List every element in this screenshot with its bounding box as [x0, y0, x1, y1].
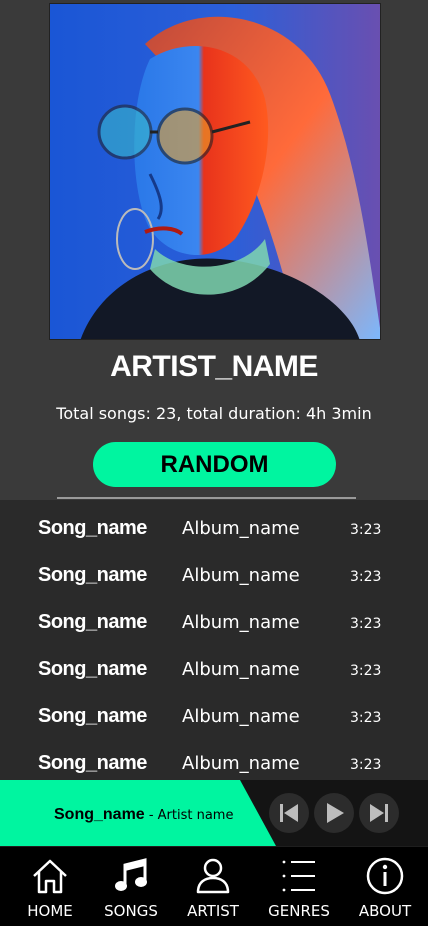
nav-label: HOME [27, 902, 73, 920]
play-icon [327, 803, 344, 823]
song-row[interactable]: Song_name Album_name 3:23 [0, 650, 428, 697]
next-button[interactable] [359, 793, 399, 833]
previous-button[interactable] [269, 793, 309, 833]
song-title: Song_name [38, 564, 147, 586]
song-title: Song_name [38, 658, 147, 680]
nav-label: GENRES [268, 902, 330, 920]
song-album: Album_name [182, 612, 300, 633]
nav-label: SONGS [104, 902, 158, 920]
now-playing[interactable]: Song_name - Artist name [0, 780, 280, 846]
artist-photo [49, 3, 381, 340]
music-note-icon [115, 858, 147, 891]
song-title: Song_name [38, 611, 147, 633]
song-row[interactable]: Song_name Album_name 3:23 [0, 556, 428, 603]
random-button[interactable]: RANDOM [93, 442, 336, 487]
nav-songs[interactable]: SONGS [96, 847, 166, 926]
nav-label: ARTIST [187, 902, 239, 920]
now-playing-title: Song_name [54, 806, 145, 823]
song-album: Album_name [182, 518, 300, 539]
nav-label: ABOUT [358, 902, 412, 920]
song-row[interactable]: Song_name Album_name 3:23 [0, 744, 428, 780]
song-duration: 3:23 [350, 569, 382, 585]
player-bar: Song_name - Artist name [0, 780, 428, 846]
song-title: Song_name [38, 752, 147, 774]
artist-stats: Total songs: 23, total duration: 4h 3min [56, 404, 372, 423]
nav-about[interactable]: ABOUT [350, 847, 420, 926]
skip-forward-icon [370, 804, 388, 822]
song-title: Song_name [38, 517, 147, 539]
song-duration: 3:23 [350, 663, 382, 679]
song-album: Album_name [182, 565, 300, 586]
song-duration: 3:23 [350, 616, 382, 632]
song-list[interactable]: Song_name Album_name 3:23 Song_name Albu… [0, 500, 428, 780]
nav-artist[interactable]: ARTIST [178, 847, 248, 926]
skip-back-icon [280, 804, 298, 822]
song-album: Album_name [182, 706, 300, 727]
song-duration: 3:23 [350, 757, 382, 773]
song-album: Album_name [182, 753, 300, 774]
song-album: Album_name [182, 659, 300, 680]
bottom-nav: HOME SONGS ARTIST GENRES ABOUT [0, 846, 428, 926]
divider [57, 497, 356, 499]
now-playing-text: Song_name - Artist name [54, 804, 233, 824]
artist-header: ARTIST_NAME Total songs: 23, total durat… [0, 0, 428, 500]
play-button[interactable] [314, 793, 354, 833]
song-row[interactable]: Song_name Album_name 3:23 [0, 697, 428, 744]
song-duration: 3:23 [350, 522, 382, 538]
song-row[interactable]: Song_name Album_name 3:23 [0, 509, 428, 556]
info-icon [366, 857, 404, 895]
song-duration: 3:23 [350, 710, 382, 726]
song-row[interactable]: Song_name Album_name 3:23 [0, 603, 428, 650]
artist-name: ARTIST_NAME [110, 350, 318, 383]
list-icon [282, 860, 315, 892]
nav-home[interactable]: HOME [16, 847, 84, 926]
song-title: Song_name [38, 705, 147, 727]
user-icon [196, 858, 230, 894]
now-playing-artist: Artist name [157, 808, 234, 823]
nav-genres[interactable]: GENRES [264, 847, 334, 926]
now-playing-separator: - [144, 808, 158, 823]
home-icon [33, 859, 67, 894]
